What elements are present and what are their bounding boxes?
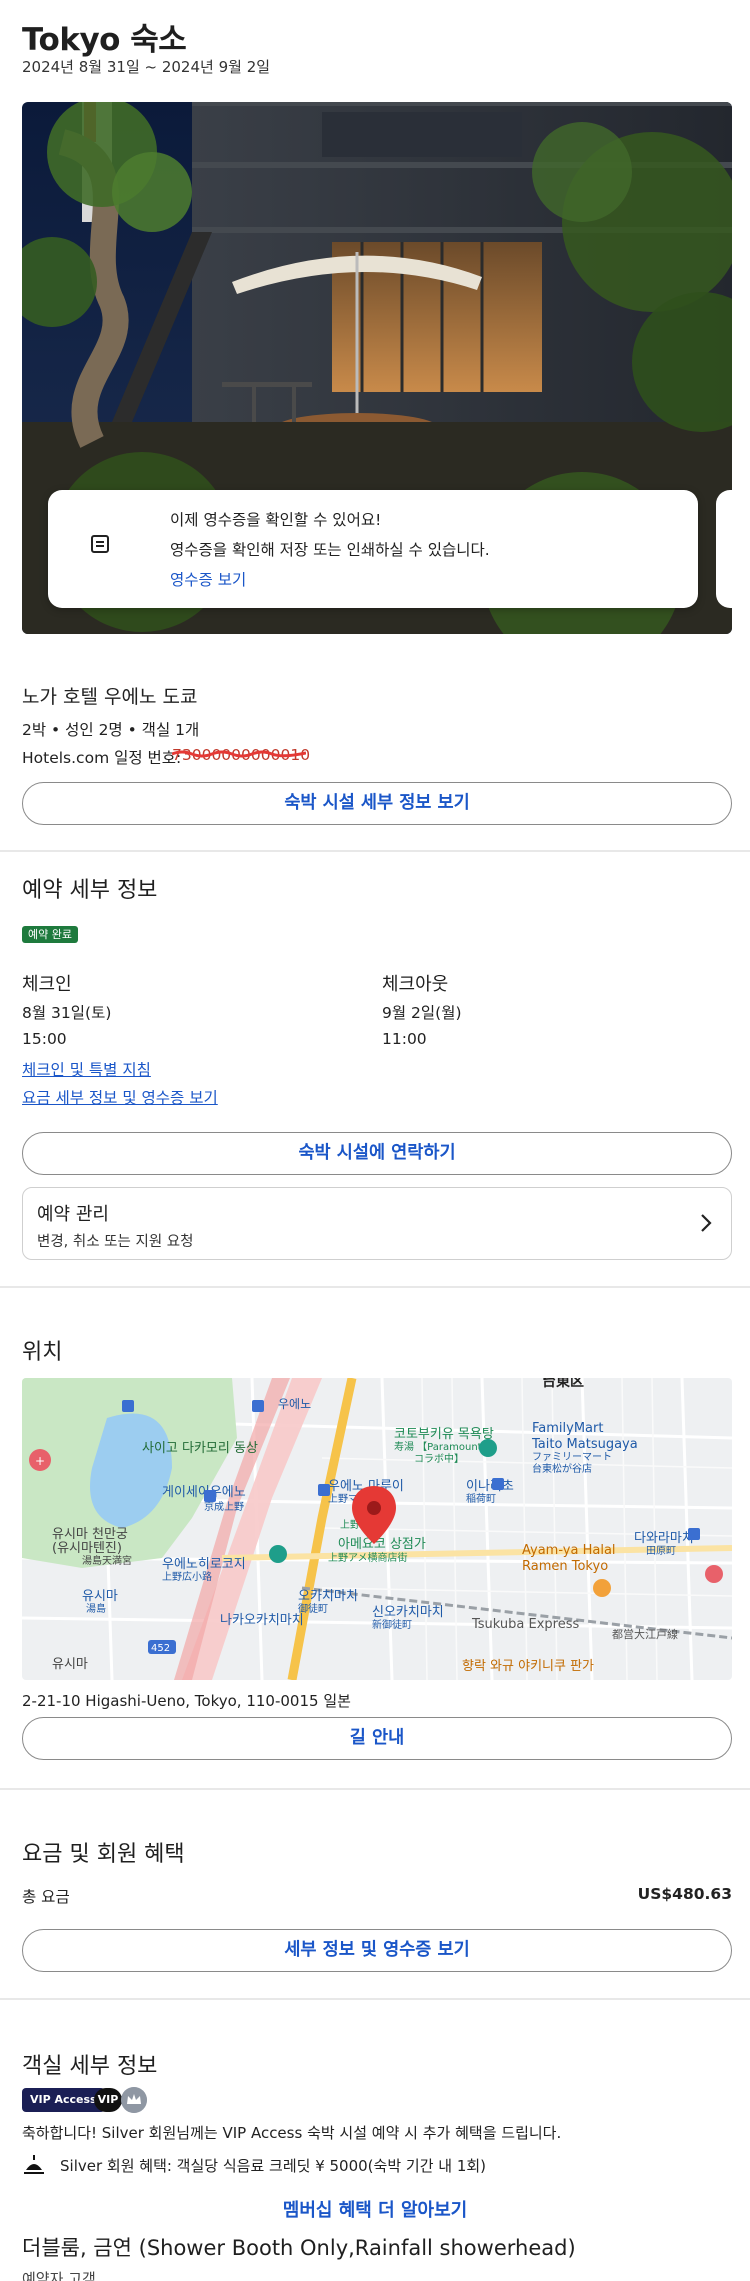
status-badge: 예약 완료 [22, 926, 78, 943]
hotel-name: 노가 호텔 우에노 도쿄 [22, 686, 198, 708]
total-price-value: US$480.63 [637, 1885, 732, 1903]
notification-body: 영수증을 확인해 저장 또는 인쇄하실 수 있습니다. [170, 541, 490, 559]
svg-text:유시마: 유시마 [82, 1589, 118, 1604]
location-title: 위치 [22, 1340, 63, 1365]
svg-text:Tsukuba Express: Tsukuba Express [471, 1617, 580, 1632]
vip-access-badge: VIP Access [22, 2088, 105, 2112]
svg-text:Ayam-ya Halal: Ayam-ya Halal [522, 1543, 616, 1558]
svg-text:나카오카치마치: 나카오카치마치 [220, 1613, 304, 1628]
hotel-address: 2-21-10 Higashi-Ueno, Tokyo, 110-0015 일본 [22, 1692, 351, 1710]
svg-text:FamilyMart: FamilyMart [532, 1421, 603, 1436]
crown-icon [121, 2087, 147, 2113]
svg-text:오카치마치: 오카치마치 [298, 1589, 358, 1604]
svg-text:上野広小路: 上野広小路 [162, 1570, 212, 1583]
svg-text:湯島: 湯島 [86, 1602, 106, 1615]
svg-text:유시마 천만궁: 유시마 천만궁 [52, 1527, 128, 1542]
section-divider [0, 1998, 750, 2000]
svg-text:ファミリーマート: ファミリーマート [532, 1452, 612, 1463]
manage-booking-subtitle: 변경, 취소 또는 지원 요청 [37, 1234, 194, 1250]
svg-text:湯島天満宮: 湯島天満宮 [82, 1554, 132, 1567]
page-title: Tokyo 숙소 [22, 22, 187, 58]
checkout-date: 9월 2일(월) [382, 1004, 462, 1022]
receipt-icon [91, 535, 109, 553]
silver-benefit: Silver 회원 혜택: 객실당 식음료 크레딧 ¥ 5000(숙박 기간 내… [60, 2157, 487, 2175]
section-divider [0, 1286, 750, 1288]
manage-booking-title: 예약 관리 [37, 1204, 109, 1225]
price-details-button[interactable]: 세부 정보 및 영수증 보기 [22, 1929, 732, 1972]
svg-text:上野アメ横商店街: 上野アメ横商店街 [328, 1551, 408, 1564]
svg-text:452: 452 [151, 1643, 170, 1654]
stay-dates: 2024년 8월 31일 ~ 2024년 9월 2일 [22, 58, 271, 76]
itinerary-label: Hotels.com 일정 번호: [22, 749, 182, 767]
redaction-scribble [172, 750, 306, 758]
svg-text:台東区: 台東区 [542, 1378, 584, 1390]
contact-property-button[interactable]: 숙박 시설에 연락하기 [22, 1132, 732, 1175]
room-name: 더블룸, 금연 (Shower Booth Only,Rainfall show… [22, 2236, 576, 2260]
dining-icon [24, 2155, 44, 2174]
svg-text:寿湯 【Paramount+: 寿湯 【Paramount+ [394, 1440, 490, 1453]
manage-booking-row[interactable]: 예약 관리 변경, 취소 또는 지원 요청 [22, 1187, 732, 1260]
booking-details-title: 예약 세부 정보 [22, 878, 158, 903]
checkin-date: 8월 31일(토) [22, 1004, 112, 1022]
svg-text:아메요코 상점가: 아메요코 상점가 [338, 1537, 426, 1552]
svg-text:향락 와규 야키니쿠 판가: 향락 와규 야키니쿠 판가 [462, 1659, 594, 1674]
svg-text:이나리초: 이나리초 [466, 1479, 514, 1494]
checkin-instructions-link[interactable]: 체크인 및 특별 지침 [22, 1058, 151, 1080]
svg-text:유시마: 유시마 [52, 1657, 88, 1672]
svg-text:(유시마텐진): (유시마텐진) [52, 1541, 122, 1556]
svg-text:코토부키유 목욕탕: 코토부키유 목욕탕 [394, 1427, 494, 1442]
svg-text:우에노: 우에노 [278, 1397, 311, 1411]
svg-text:コラボ中】: コラボ中】 [414, 1452, 464, 1465]
total-price-label: 총 요금 [22, 1888, 70, 1906]
section-divider [0, 850, 750, 852]
svg-text:사이고 다카모리 동상: 사이고 다카모리 동상 [142, 1441, 258, 1456]
svg-text:Ramen Tokyo: Ramen Tokyo [522, 1559, 608, 1574]
checkin-label: 체크인 [22, 974, 72, 995]
svg-text:都営大江戸線: 都営大江戸線 [612, 1627, 678, 1641]
location-map[interactable]: + 사이고 다카모리 동상 게이세이우에노 京成上野 우에노 마루이 上野マルイ… [22, 1378, 732, 1680]
stay-summary: 2박 • 성인 2명 • 객실 1개 [22, 721, 200, 739]
checkin-time: 15:00 [22, 1030, 67, 1048]
svg-text:+: + [35, 1454, 45, 1468]
directions-button[interactable]: 길 안내 [22, 1717, 732, 1760]
view-receipt-link[interactable]: 영수증 보기 [170, 568, 246, 590]
svg-text:게이세이우에노: 게이세이우에노 [162, 1485, 246, 1500]
vip-circle-badge: VIP [94, 2088, 122, 2112]
svg-text:新御徒町: 新御徒町 [372, 1618, 412, 1631]
receipt-notification-card: 이제 영수증을 확인할 수 있어요! 영수증을 확인해 저장 또는 인쇄하실 수… [48, 490, 698, 608]
vip-benefit-note: 축하합니다! Silver 회원님께는 VIP Access 숙박 시설 예약 … [22, 2124, 562, 2142]
room-details-title: 객실 세부 정보 [22, 2054, 158, 2079]
checkout-label: 체크아웃 [382, 974, 449, 995]
svg-text:우에노히로코지: 우에노히로코지 [162, 1557, 246, 1572]
notification-title: 이제 영수증을 확인할 수 있어요! [170, 511, 382, 529]
next-notification-card[interactable] [716, 490, 732, 608]
property-details-button[interactable]: 숙박 시설 세부 정보 보기 [22, 782, 732, 825]
fee-details-link[interactable]: 요금 세부 정보 및 영수증 보기 [22, 1086, 218, 1108]
svg-text:台東松が谷店: 台東松が谷店 [532, 1462, 592, 1475]
svg-text:田原町: 田原町 [646, 1545, 676, 1557]
chevron-right-icon [701, 1214, 712, 1232]
checkout-time: 11:00 [382, 1030, 427, 1048]
pricing-title: 요금 및 회원 혜택 [22, 1842, 185, 1867]
svg-text:신오카치마치: 신오카치마치 [372, 1605, 444, 1620]
svg-text:稲荷町: 稲荷町 [466, 1493, 496, 1505]
room-subtitle: 예약자 고객 [22, 2270, 96, 2281]
svg-text:다와라마치: 다와라마치 [634, 1531, 694, 1546]
svg-text:Taito Matsugaya: Taito Matsugaya [531, 1437, 638, 1452]
membership-benefits-link[interactable]: 멤버십 혜택 더 알아보기 [0, 2196, 750, 2222]
section-divider [0, 1788, 750, 1790]
